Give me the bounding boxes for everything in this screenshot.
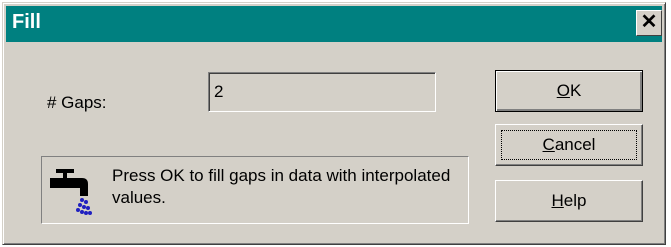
help-button[interactable]: Help [495,180,643,222]
cancel-button[interactable]: Cancel [495,124,643,166]
help-mnemonic: H [551,191,564,210]
dialog-title: Fill [12,11,41,33]
help-label: elp [563,191,587,210]
gaps-input[interactable]: 2 [208,72,436,112]
faucet-icon [50,169,92,215]
ok-button[interactable]: OK [495,70,643,112]
cancel-mnemonic: C [542,135,555,154]
cancel-label: ancel [554,135,596,154]
ok-mnemonic: O [556,81,570,100]
focus-rect: Cancel [501,130,637,160]
ok-label: K [569,81,582,100]
fill-dialog: Fill ✕ # Gaps: 2 OK Cancel Help Press OK… [2,2,666,245]
close-icon: ✕ [640,11,658,33]
close-button[interactable]: ✕ [636,10,662,36]
info-panel: Press OK to fill gaps in data with inter… [41,156,469,224]
gaps-label: # Gaps: [47,93,107,112]
info-message: Press OK to fill gaps in data with inter… [112,166,451,207]
title-bar[interactable]: Fill ✕ [6,6,662,42]
